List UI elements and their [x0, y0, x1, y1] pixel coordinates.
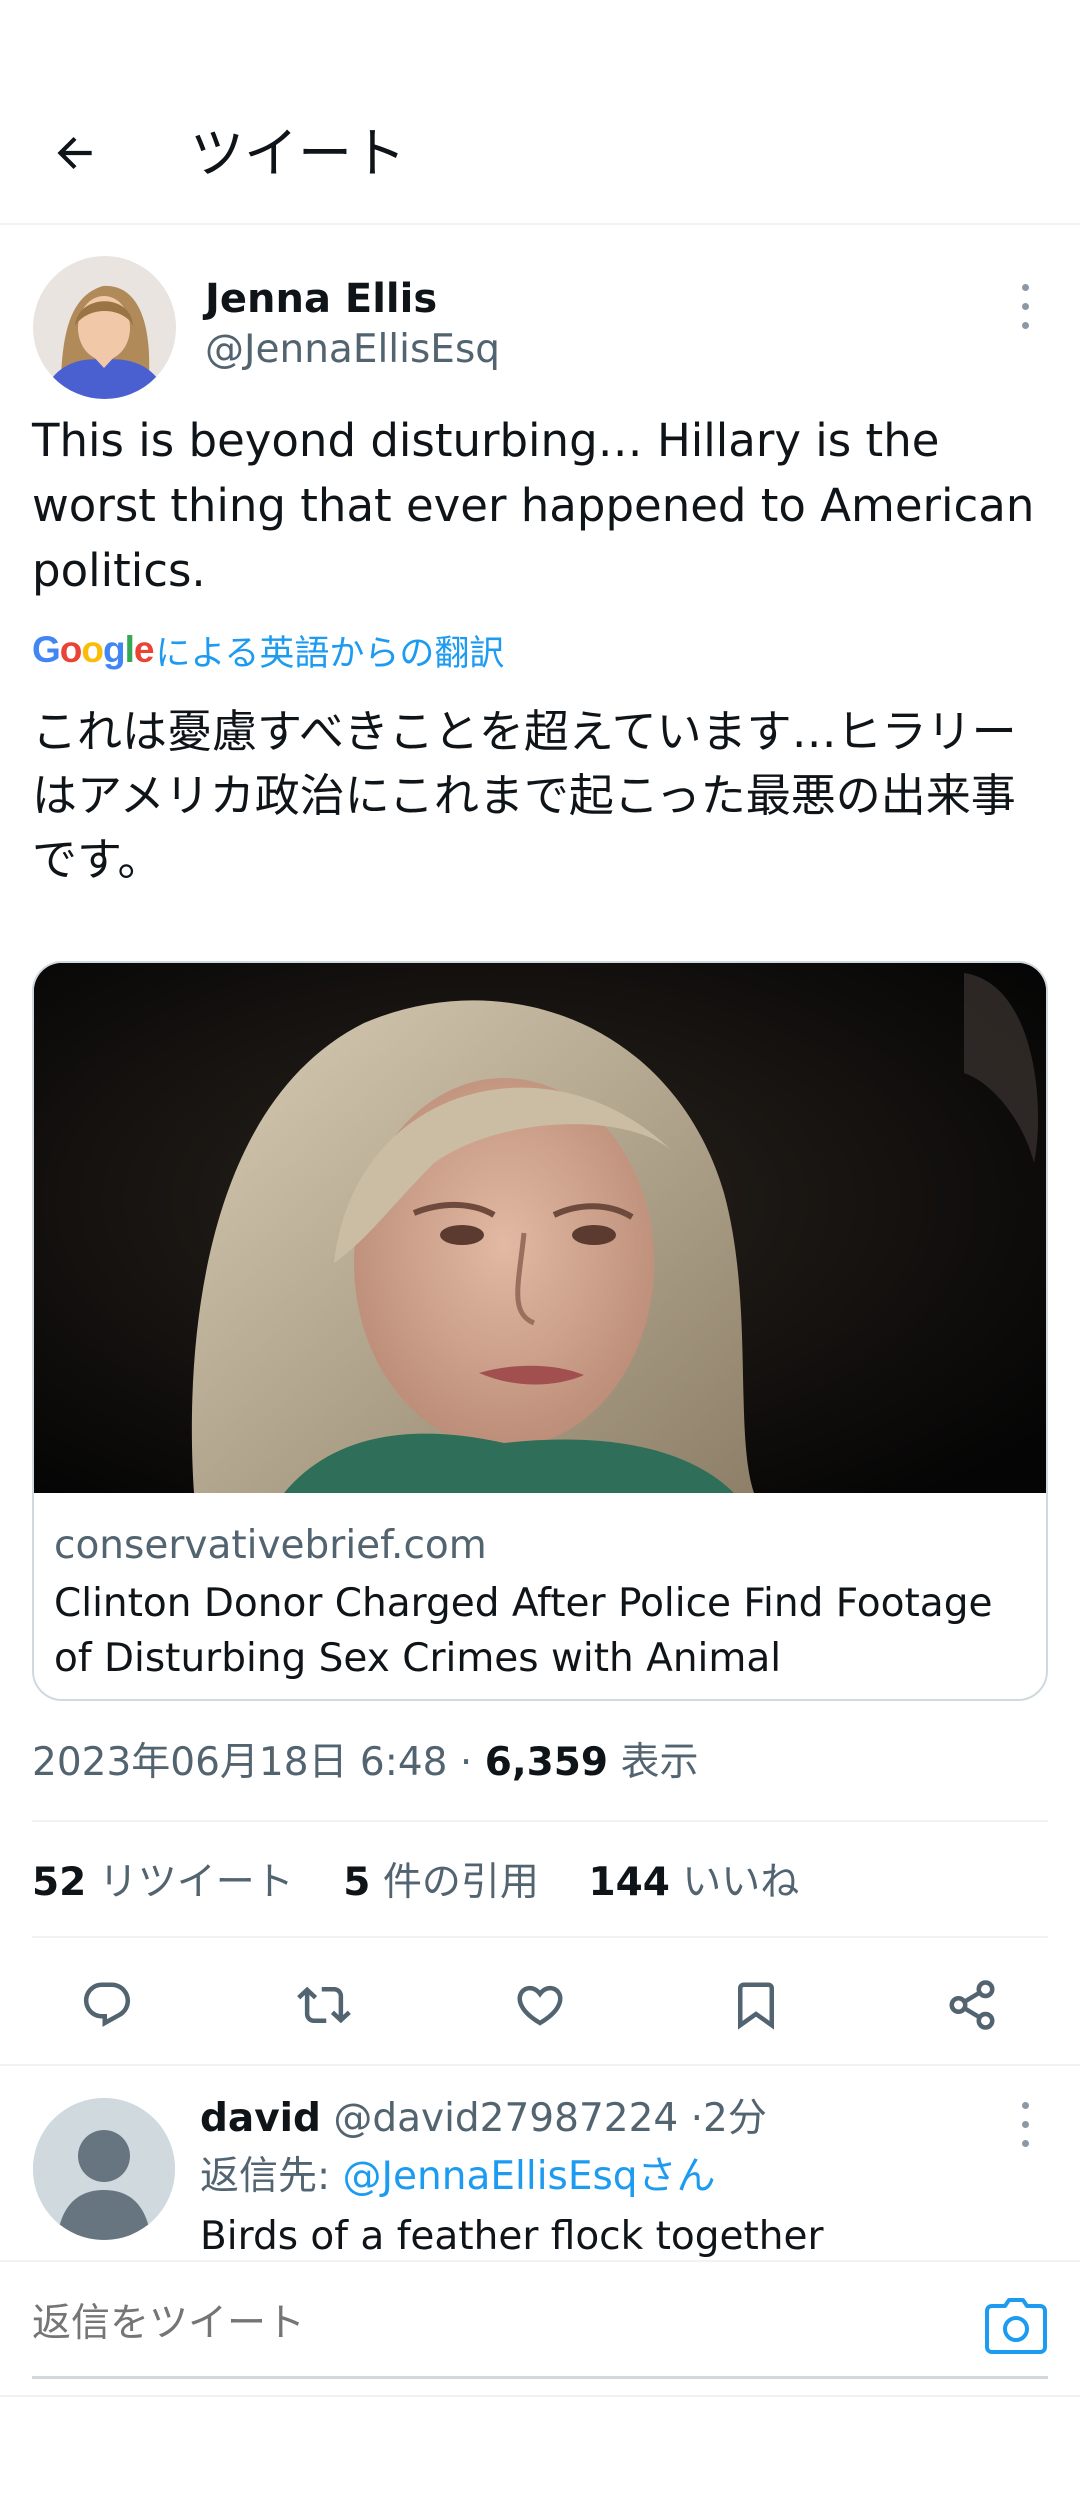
add-photo-button[interactable] [985, 2298, 1047, 2354]
camera-icon [985, 2298, 1047, 2354]
retweets-stat[interactable]: 52 リツイート [32, 1860, 294, 1905]
reply-time: 2分 [703, 2096, 767, 2141]
likes-count: 144 [588, 1860, 670, 1905]
reply-button[interactable] [79, 1977, 135, 2033]
quotes-label: 件の引用 [382, 1860, 539, 1905]
reply-author-name[interactable]: david [200, 2096, 321, 2141]
author-photo [33, 256, 176, 399]
card-image [34, 963, 1046, 1493]
views-label: 表示 [620, 1740, 699, 1785]
share-icon [949, 1980, 995, 2030]
retweet-button[interactable] [296, 1977, 352, 2033]
translated-text: これは憂慮すべきことを超えています…ヒラリーはアメリカ政治にこれまで起こった最悪… [32, 705, 1017, 886]
card-title: Clinton Donor Charged After Police Find … [54, 1581, 993, 1681]
translation-attribution[interactable]: Google による英語からの翻訳 [32, 625, 504, 675]
reply-to-mention[interactable]: @JennaEllisEsqさん [343, 2154, 716, 2199]
meta-separator: · [459, 1740, 485, 1785]
bookmark-button[interactable] [728, 1977, 784, 2033]
back-arrow-icon [57, 136, 92, 170]
tweet-actions [0, 1955, 1080, 2055]
tweet-meta: 2023年06月18日 6:48 · 6,359 表示 [32, 1738, 698, 1788]
reply-author-handle[interactable]: @david27987224 [333, 2096, 678, 2141]
reply-to-line: 返信先: @JennaEllisEsqさん [200, 2150, 716, 2204]
like-button[interactable] [512, 1977, 568, 2033]
input-underline [32, 2376, 1048, 2379]
reply-avatar[interactable] [33, 2098, 175, 2240]
likes-stat[interactable]: 144 いいね [588, 1860, 799, 1905]
bookmark-icon [738, 1982, 774, 2030]
reply-input[interactable] [32, 2296, 972, 2352]
reply-to-prefix: 返信先: [200, 2154, 343, 2199]
reply-more-options-button[interactable] [1005, 2096, 1045, 2156]
top-app-bar: ツイート [0, 0, 1080, 225]
default-avatar-icon [33, 2098, 175, 2240]
tweet-text: This is beyond disturbing… Hillary is th… [32, 414, 1035, 597]
translation-label: による英語からの翻訳 [155, 633, 505, 674]
more-options-button[interactable] [1005, 278, 1045, 338]
reply-text: Birds of a feather flock together [200, 2214, 824, 2259]
retweets-label: リツイート [98, 1860, 294, 1905]
back-button[interactable] [40, 118, 110, 188]
divider [32, 1820, 1048, 1822]
quotes-count: 5 [343, 1860, 371, 1905]
reply-header: david @david27987224 ·2分 [200, 2092, 767, 2146]
page-title: ツイート [190, 122, 406, 185]
engagement-stats: 52 リツイート 5 件の引用 144 いいね [32, 1858, 799, 1908]
divider [0, 2064, 1080, 2066]
tweet-timestamp[interactable]: 2023年06月18日 6:48 [32, 1740, 447, 1785]
likes-label: いいね [682, 1860, 800, 1905]
reply-separator: · [690, 2096, 704, 2141]
author-handle[interactable]: @JennaEllisEsq [205, 325, 500, 375]
retweets-count: 52 [32, 1860, 87, 1905]
views-count: 6,359 [484, 1740, 609, 1785]
bottom-divider [0, 2395, 1080, 2397]
share-button[interactable] [944, 1977, 1000, 2033]
google-logo: Google [32, 629, 154, 670]
author-name[interactable]: Jenna Ellis [205, 274, 437, 324]
link-preview-card[interactable]: conservativebrief.com Clinton Donor Char… [32, 961, 1048, 1701]
reply-icon [83, 1982, 131, 2027]
quotes-stat[interactable]: 5 件の引用 [343, 1860, 539, 1905]
retweet-icon [297, 1986, 351, 2024]
author-avatar[interactable] [33, 256, 176, 399]
divider [32, 1936, 1048, 1938]
like-icon [517, 1985, 563, 2026]
